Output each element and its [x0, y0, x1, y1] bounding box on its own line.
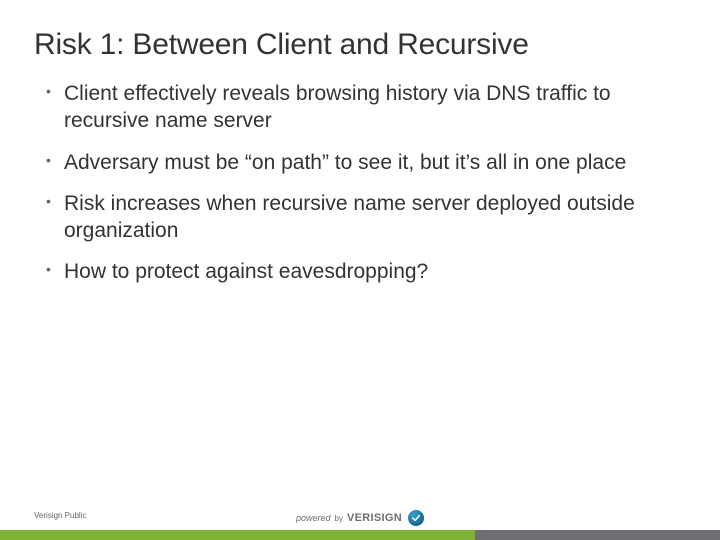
slide: Risk 1: Between Client and Recursive Cli… — [0, 0, 720, 540]
bullet-item: How to protect against eavesdropping? — [46, 258, 686, 285]
verisign-wordmark: VERISIGN — [347, 512, 402, 524]
bullet-item: Adversary must be “on path” to see it, b… — [46, 149, 686, 176]
bullet-item: Client effectively reveals browsing hist… — [46, 80, 686, 135]
bottom-bar-gray — [475, 530, 720, 540]
verisign-check-icon — [408, 510, 424, 526]
slide-title: Risk 1: Between Client and Recursive — [34, 28, 686, 62]
bullet-list: Client effectively reveals browsing hist… — [34, 80, 686, 286]
bottom-bar-green — [0, 530, 475, 540]
classification-label: Verisign Public — [34, 511, 86, 520]
bottom-accent-bar — [0, 530, 720, 540]
slide-footer: Verisign Public powered by VERISIGN — [0, 502, 720, 540]
bullet-item: Risk increases when recursive name serve… — [46, 190, 686, 245]
powered-text: powered — [296, 513, 331, 523]
powered-by-badge: powered by VERISIGN — [296, 510, 424, 526]
by-text: by — [335, 514, 343, 523]
